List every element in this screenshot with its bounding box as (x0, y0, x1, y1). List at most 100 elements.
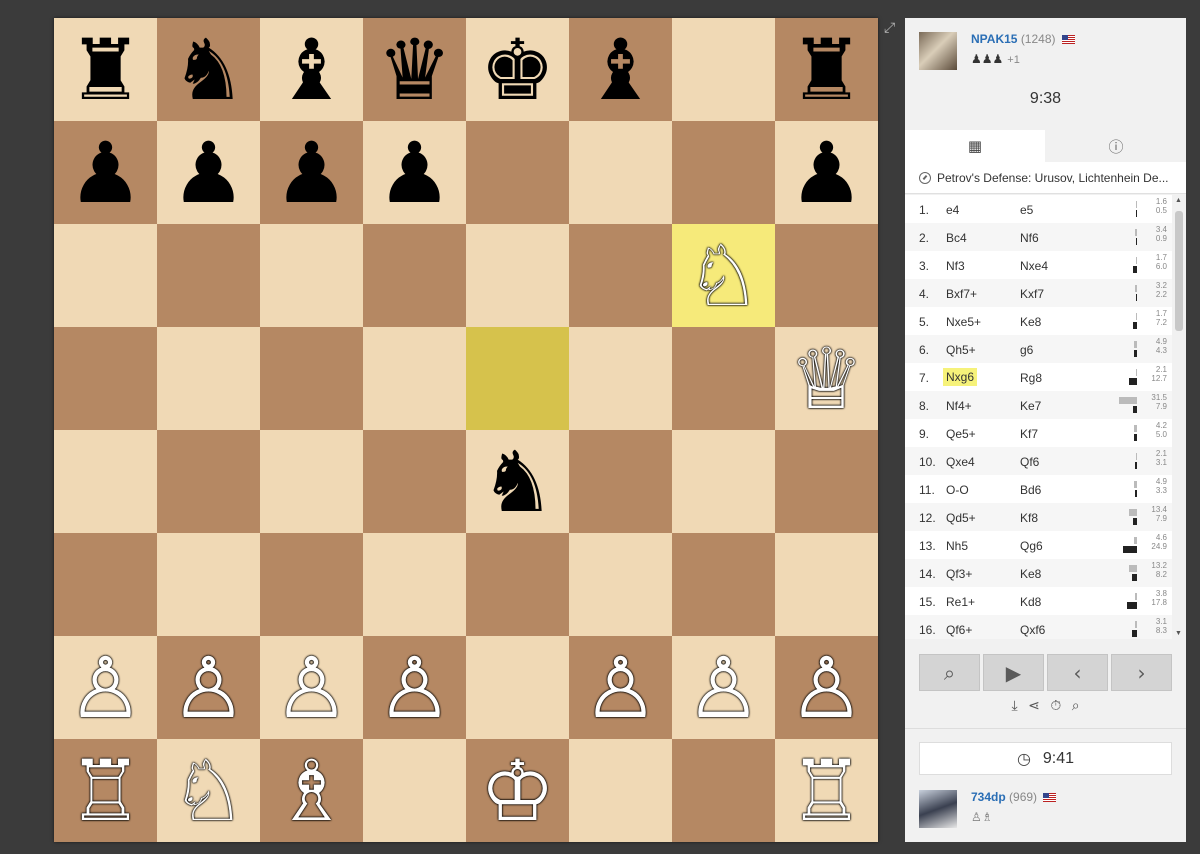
white-piece[interactable]: ♖ (68, 749, 143, 833)
explorer-icon[interactable]: ⌕ (1072, 698, 1080, 714)
square-a7[interactable]: ♟ (54, 121, 157, 224)
black-move[interactable]: Rg8 (1020, 371, 1042, 385)
square-f3[interactable] (569, 533, 672, 636)
tab-moves[interactable]: ▦ (905, 130, 1045, 162)
white-move[interactable]: Nxe5+ (946, 315, 981, 329)
black-piece[interactable]: ♟ (789, 131, 864, 215)
black-move[interactable]: Bd6 (1020, 483, 1041, 497)
square-b1[interactable]: ♘ (157, 739, 260, 842)
square-f1[interactable] (569, 739, 672, 842)
white-move[interactable]: Bxf7+ (946, 287, 977, 301)
square-e1[interactable]: ♔ (466, 739, 569, 842)
square-e3[interactable] (466, 533, 569, 636)
white-move[interactable]: Nf3 (946, 259, 965, 273)
white-piece[interactable]: ♙ (274, 646, 349, 730)
black-move[interactable]: e5 (1020, 203, 1033, 217)
black-piece[interactable]: ♜ (68, 28, 143, 112)
white-piece[interactable]: ♙ (583, 646, 658, 730)
square-a3[interactable] (54, 533, 157, 636)
analysis-button[interactable]: ⌕ (919, 654, 980, 691)
square-a4[interactable] (54, 430, 157, 533)
square-b3[interactable] (157, 533, 260, 636)
white-move[interactable]: Qe5+ (946, 427, 976, 441)
expand-icon[interactable]: ⤢ (884, 20, 895, 36)
square-b6[interactable] (157, 224, 260, 327)
white-piece[interactable]: ♗ (274, 749, 349, 833)
square-f4[interactable] (569, 430, 672, 533)
square-d4[interactable] (363, 430, 466, 533)
square-e5[interactable] (466, 327, 569, 430)
scroll-up-icon[interactable]: ▲ (1175, 197, 1182, 204)
black-move[interactable]: Kf8 (1020, 511, 1038, 525)
square-e2[interactable] (466, 636, 569, 739)
download-icon[interactable]: ⤓ (1011, 698, 1017, 714)
square-h8[interactable]: ♜ (775, 18, 878, 121)
black-piece[interactable]: ♝ (583, 28, 658, 112)
next-move-button[interactable]: › (1111, 654, 1172, 691)
square-c4[interactable] (260, 430, 363, 533)
square-g8[interactable] (672, 18, 775, 121)
black-move[interactable]: Qf6 (1020, 455, 1039, 469)
black-piece[interactable]: ♟ (171, 131, 246, 215)
avatar[interactable] (919, 790, 957, 828)
white-move[interactable]: Qd5+ (946, 511, 976, 525)
black-move[interactable]: Ke8 (1020, 567, 1041, 581)
white-piece[interactable]: ♙ (68, 646, 143, 730)
square-b2[interactable]: ♙ (157, 636, 260, 739)
square-d3[interactable] (363, 533, 466, 636)
white-piece[interactable]: ♔ (480, 749, 555, 833)
white-piece[interactable]: ♘ (686, 234, 761, 318)
black-piece[interactable]: ♚ (480, 28, 555, 112)
white-move[interactable]: Qf3+ (946, 567, 972, 581)
square-g7[interactable] (672, 121, 775, 224)
white-piece[interactable]: ♙ (171, 646, 246, 730)
white-move[interactable]: e4 (946, 203, 959, 217)
black-piece[interactable]: ♟ (377, 131, 452, 215)
white-piece[interactable]: ♙ (686, 646, 761, 730)
square-f5[interactable] (569, 327, 672, 430)
black-piece[interactable]: ♜ (789, 28, 864, 112)
timer-icon[interactable]: ⏱ (1050, 698, 1061, 714)
square-h6[interactable] (775, 224, 878, 327)
white-move[interactable]: O-O (946, 483, 969, 497)
square-e7[interactable] (466, 121, 569, 224)
share-icon[interactable]: ⋖ (1028, 698, 1040, 714)
square-g1[interactable] (672, 739, 775, 842)
black-move[interactable]: Nf6 (1020, 231, 1039, 245)
black-piece[interactable]: ♝ (274, 28, 349, 112)
square-e4[interactable]: ♞ (466, 430, 569, 533)
white-piece[interactable]: ♕ (789, 337, 864, 421)
black-move[interactable]: Kf7 (1020, 427, 1038, 441)
square-d1[interactable] (363, 739, 466, 842)
square-b8[interactable]: ♞ (157, 18, 260, 121)
white-piece[interactable]: ♘ (171, 749, 246, 833)
black-move[interactable]: Qxf6 (1020, 623, 1045, 637)
square-g2[interactable]: ♙ (672, 636, 775, 739)
square-c2[interactable]: ♙ (260, 636, 363, 739)
tab-info[interactable]: ⓘ (1046, 130, 1186, 162)
black-move[interactable]: Kd8 (1020, 595, 1041, 609)
square-f6[interactable] (569, 224, 672, 327)
square-f8[interactable]: ♝ (569, 18, 672, 121)
square-d6[interactable] (363, 224, 466, 327)
white-move[interactable]: Re1+ (946, 595, 975, 609)
white-piece[interactable]: ♙ (789, 646, 864, 730)
square-b7[interactable]: ♟ (157, 121, 260, 224)
black-move[interactable]: Ke8 (1020, 315, 1041, 329)
square-d5[interactable] (363, 327, 466, 430)
play-button[interactable]: ▶ (983, 654, 1044, 691)
square-g5[interactable] (672, 327, 775, 430)
square-b5[interactable] (157, 327, 260, 430)
square-c6[interactable] (260, 224, 363, 327)
square-a8[interactable]: ♜ (54, 18, 157, 121)
white-move[interactable]: Nf4+ (946, 399, 972, 413)
square-f2[interactable]: ♙ (569, 636, 672, 739)
previous-move-button[interactable]: ‹ (1047, 654, 1108, 691)
white-piece[interactable]: ♖ (789, 749, 864, 833)
square-e6[interactable] (466, 224, 569, 327)
square-c3[interactable] (260, 533, 363, 636)
square-b4[interactable] (157, 430, 260, 533)
square-h3[interactable] (775, 533, 878, 636)
square-h7[interactable]: ♟ (775, 121, 878, 224)
square-c7[interactable]: ♟ (260, 121, 363, 224)
